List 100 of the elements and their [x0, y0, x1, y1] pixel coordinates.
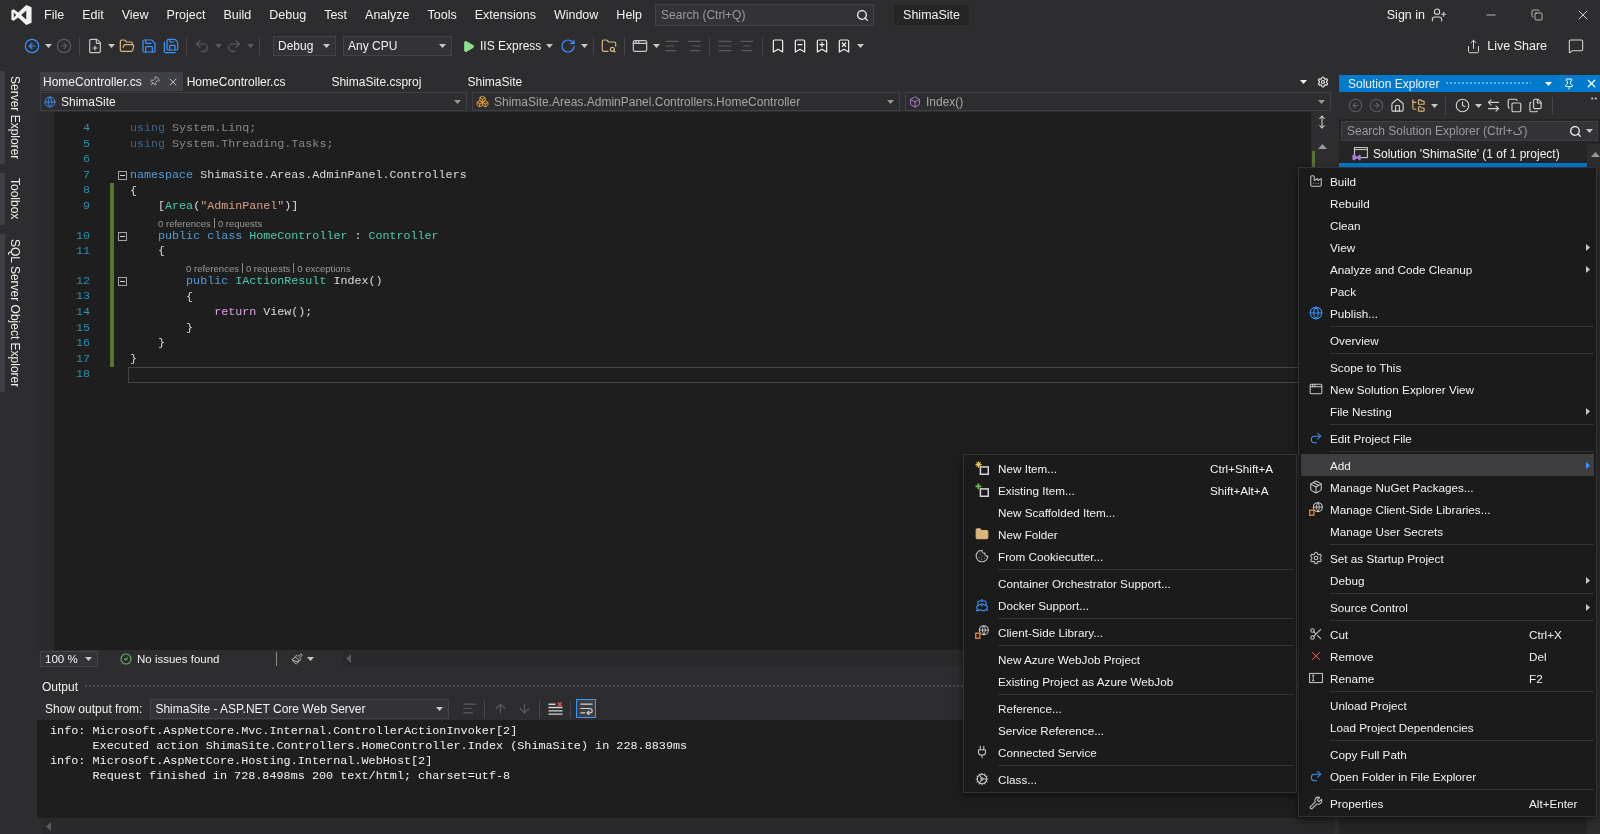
- menu-item[interactable]: Test: [315, 5, 357, 25]
- codelens-link[interactable]: 0 references: [186, 262, 239, 274]
- search-field[interactable]: Search Solution Explorer (Ctrl+ک): [1341, 121, 1598, 141]
- menu-item[interactable]: Service Reference...: [966, 719, 1294, 741]
- share-icon[interactable]: [1466, 38, 1482, 54]
- folder-search-icon[interactable]: [601, 38, 618, 54]
- document-tab[interactable]: ShimaSite.csproj: [327, 72, 464, 91]
- menu-item[interactable]: Edit Project File: [1301, 427, 1594, 449]
- menu-item[interactable]: Properties Alt+Enter: [1301, 792, 1594, 814]
- live-share-button[interactable]: Live Share: [1466, 38, 1547, 54]
- menu-item[interactable]: File Nesting: [1301, 400, 1594, 422]
- caret-icon[interactable]: [1474, 103, 1482, 108]
- menu-item[interactable]: Extensions: [465, 5, 545, 25]
- pin-icon[interactable]: [1563, 77, 1575, 90]
- refresh-icon[interactable]: [560, 38, 577, 54]
- menu-item[interactable]: Pack: [1301, 280, 1594, 302]
- menu-item[interactable]: Manage User Secrets: [1301, 520, 1594, 542]
- menu-item[interactable]: Remove Del: [1301, 645, 1594, 667]
- platform-dropdown[interactable]: Any CPU: [343, 36, 452, 56]
- menu-item[interactable]: Manage Client-Side Libraries...: [1301, 498, 1594, 520]
- folder-tree-icon[interactable]: [1411, 98, 1426, 113]
- member-dropdown[interactable]: Index(): [905, 92, 1331, 111]
- home-icon[interactable]: [1390, 98, 1405, 113]
- caret-icon[interactable]: [887, 99, 894, 104]
- play-icon[interactable]: [462, 39, 475, 53]
- caret-icon[interactable]: [306, 656, 314, 661]
- caret-icon[interactable]: [580, 44, 588, 48]
- side-panel-tab[interactable]: Server Explorer: [0, 71, 22, 165]
- menu-item[interactable]: Debug: [260, 5, 316, 25]
- save-all-icon[interactable]: [163, 38, 179, 54]
- submenu-arrow-icon[interactable]: [1585, 265, 1590, 273]
- scroll-up-icon[interactable]: [1590, 152, 1600, 157]
- menu-item[interactable]: Reference...: [966, 697, 1294, 719]
- search-icon[interactable]: [1569, 124, 1582, 138]
- menu-item[interactable]: Clean: [1301, 214, 1594, 236]
- collapse-icon[interactable]: [118, 277, 127, 287]
- output-source-dropdown[interactable]: ShimaSite - ASP.NET Core Web Server: [150, 698, 450, 719]
- tree-item[interactable]: Solution 'ShimaSite' (1 of 1 project): [1339, 145, 1587, 163]
- document-tab[interactable]: HomeController.cs: [40, 72, 183, 91]
- files-icon[interactable]: [1528, 98, 1543, 113]
- menu-item[interactable]: Open Folder in File Explorer: [1301, 765, 1594, 787]
- clock-icon[interactable]: [1455, 98, 1470, 113]
- menu-item[interactable]: Rename F2: [1301, 667, 1594, 689]
- collapse-icon[interactable]: [118, 171, 127, 181]
- side-panel-tab[interactable]: SQL Server Object Explorer: [0, 233, 22, 393]
- menu-item[interactable]: Cut Ctrl+X: [1301, 623, 1594, 645]
- speech-bubble-icon[interactable]: [1568, 38, 1584, 54]
- new-file-icon[interactable]: [87, 38, 103, 54]
- restore-icon[interactable]: [1531, 9, 1543, 21]
- configuration-dropdown[interactable]: Debug: [273, 36, 336, 56]
- submenu-arrow-icon[interactable]: [1585, 603, 1590, 611]
- menu-item[interactable]: Existing Project as Azure WebJob: [966, 670, 1294, 692]
- document-tab[interactable]: HomeController.cs: [182, 72, 328, 91]
- sign-in-link[interactable]: Sign in: [1386, 8, 1425, 22]
- menu-item[interactable]: New Scaffolded Item...: [966, 501, 1294, 523]
- side-panel-tab[interactable]: Toolbox: [0, 173, 22, 225]
- codelens-link[interactable]: 0 references: [158, 217, 211, 229]
- list-cross-icon[interactable]: [547, 701, 563, 716]
- menu-item[interactable]: Container Orchestrator Support...: [966, 572, 1294, 594]
- menu-item[interactable]: Client-Side Library...: [966, 621, 1294, 643]
- caret-icon[interactable]: [856, 44, 864, 48]
- menu-item[interactable]: Docker Support...: [966, 594, 1294, 616]
- caret-icon[interactable]: [44, 44, 52, 48]
- submenu-arrow-icon[interactable]: [1585, 407, 1590, 415]
- caret-icon[interactable]: [436, 706, 444, 711]
- sync-arrows-icon[interactable]: [1486, 98, 1501, 113]
- menu-item[interactable]: Copy Full Path: [1301, 743, 1594, 765]
- settings-icon[interactable]: [1317, 75, 1329, 88]
- menu-item[interactable]: Scope to This: [1301, 356, 1594, 378]
- caret-icon[interactable]: [1586, 129, 1593, 133]
- type-dropdown[interactable]: ShimaSite.Areas.AdminPanel.Controllers.HomeController: [472, 92, 900, 111]
- menu-item[interactable]: Window: [544, 5, 608, 25]
- caret-icon[interactable]: [1318, 99, 1325, 104]
- menu-item[interactable]: View: [112, 5, 158, 25]
- menu-item[interactable]: Publish...: [1301, 302, 1594, 324]
- stacked-pages-icon[interactable]: [1507, 98, 1522, 113]
- codelens-link[interactable]: 0 requests: [217, 217, 263, 229]
- menu-item[interactable]: From Cookiecutter...: [966, 545, 1294, 567]
- menu-item[interactable]: View: [1301, 236, 1594, 258]
- project-dropdown[interactable]: ShimaSite: [40, 92, 467, 111]
- zoom-dropdown[interactable]: 100 %: [40, 650, 98, 667]
- menu-item[interactable]: Tools: [418, 5, 466, 25]
- menu-item[interactable]: Rebuild: [1301, 192, 1594, 214]
- caret-icon[interactable]: [323, 44, 330, 48]
- menu-item[interactable]: Help: [607, 5, 652, 25]
- menu-item[interactable]: Edit: [73, 5, 113, 25]
- collapse-icon[interactable]: [118, 232, 127, 242]
- menu-item[interactable]: File: [35, 5, 74, 25]
- menu-item[interactable]: Overview: [1301, 329, 1594, 351]
- horizontal-scrollbar[interactable]: [43, 818, 1333, 834]
- menu-item[interactable]: Build: [214, 5, 261, 25]
- menu-item[interactable]: Debug: [1301, 569, 1594, 591]
- brush-icon[interactable]: [291, 652, 304, 665]
- menu-item[interactable]: Analyze: [356, 5, 419, 25]
- window-icon[interactable]: [632, 38, 649, 54]
- caret-icon[interactable]: [1300, 79, 1307, 84]
- caret-icon[interactable]: [652, 44, 660, 48]
- menu-item[interactable]: Manage NuGet Packages...: [1301, 476, 1594, 498]
- run-button[interactable]: IIS Express: [458, 37, 558, 55]
- menu-item[interactable]: Project: [157, 5, 215, 25]
